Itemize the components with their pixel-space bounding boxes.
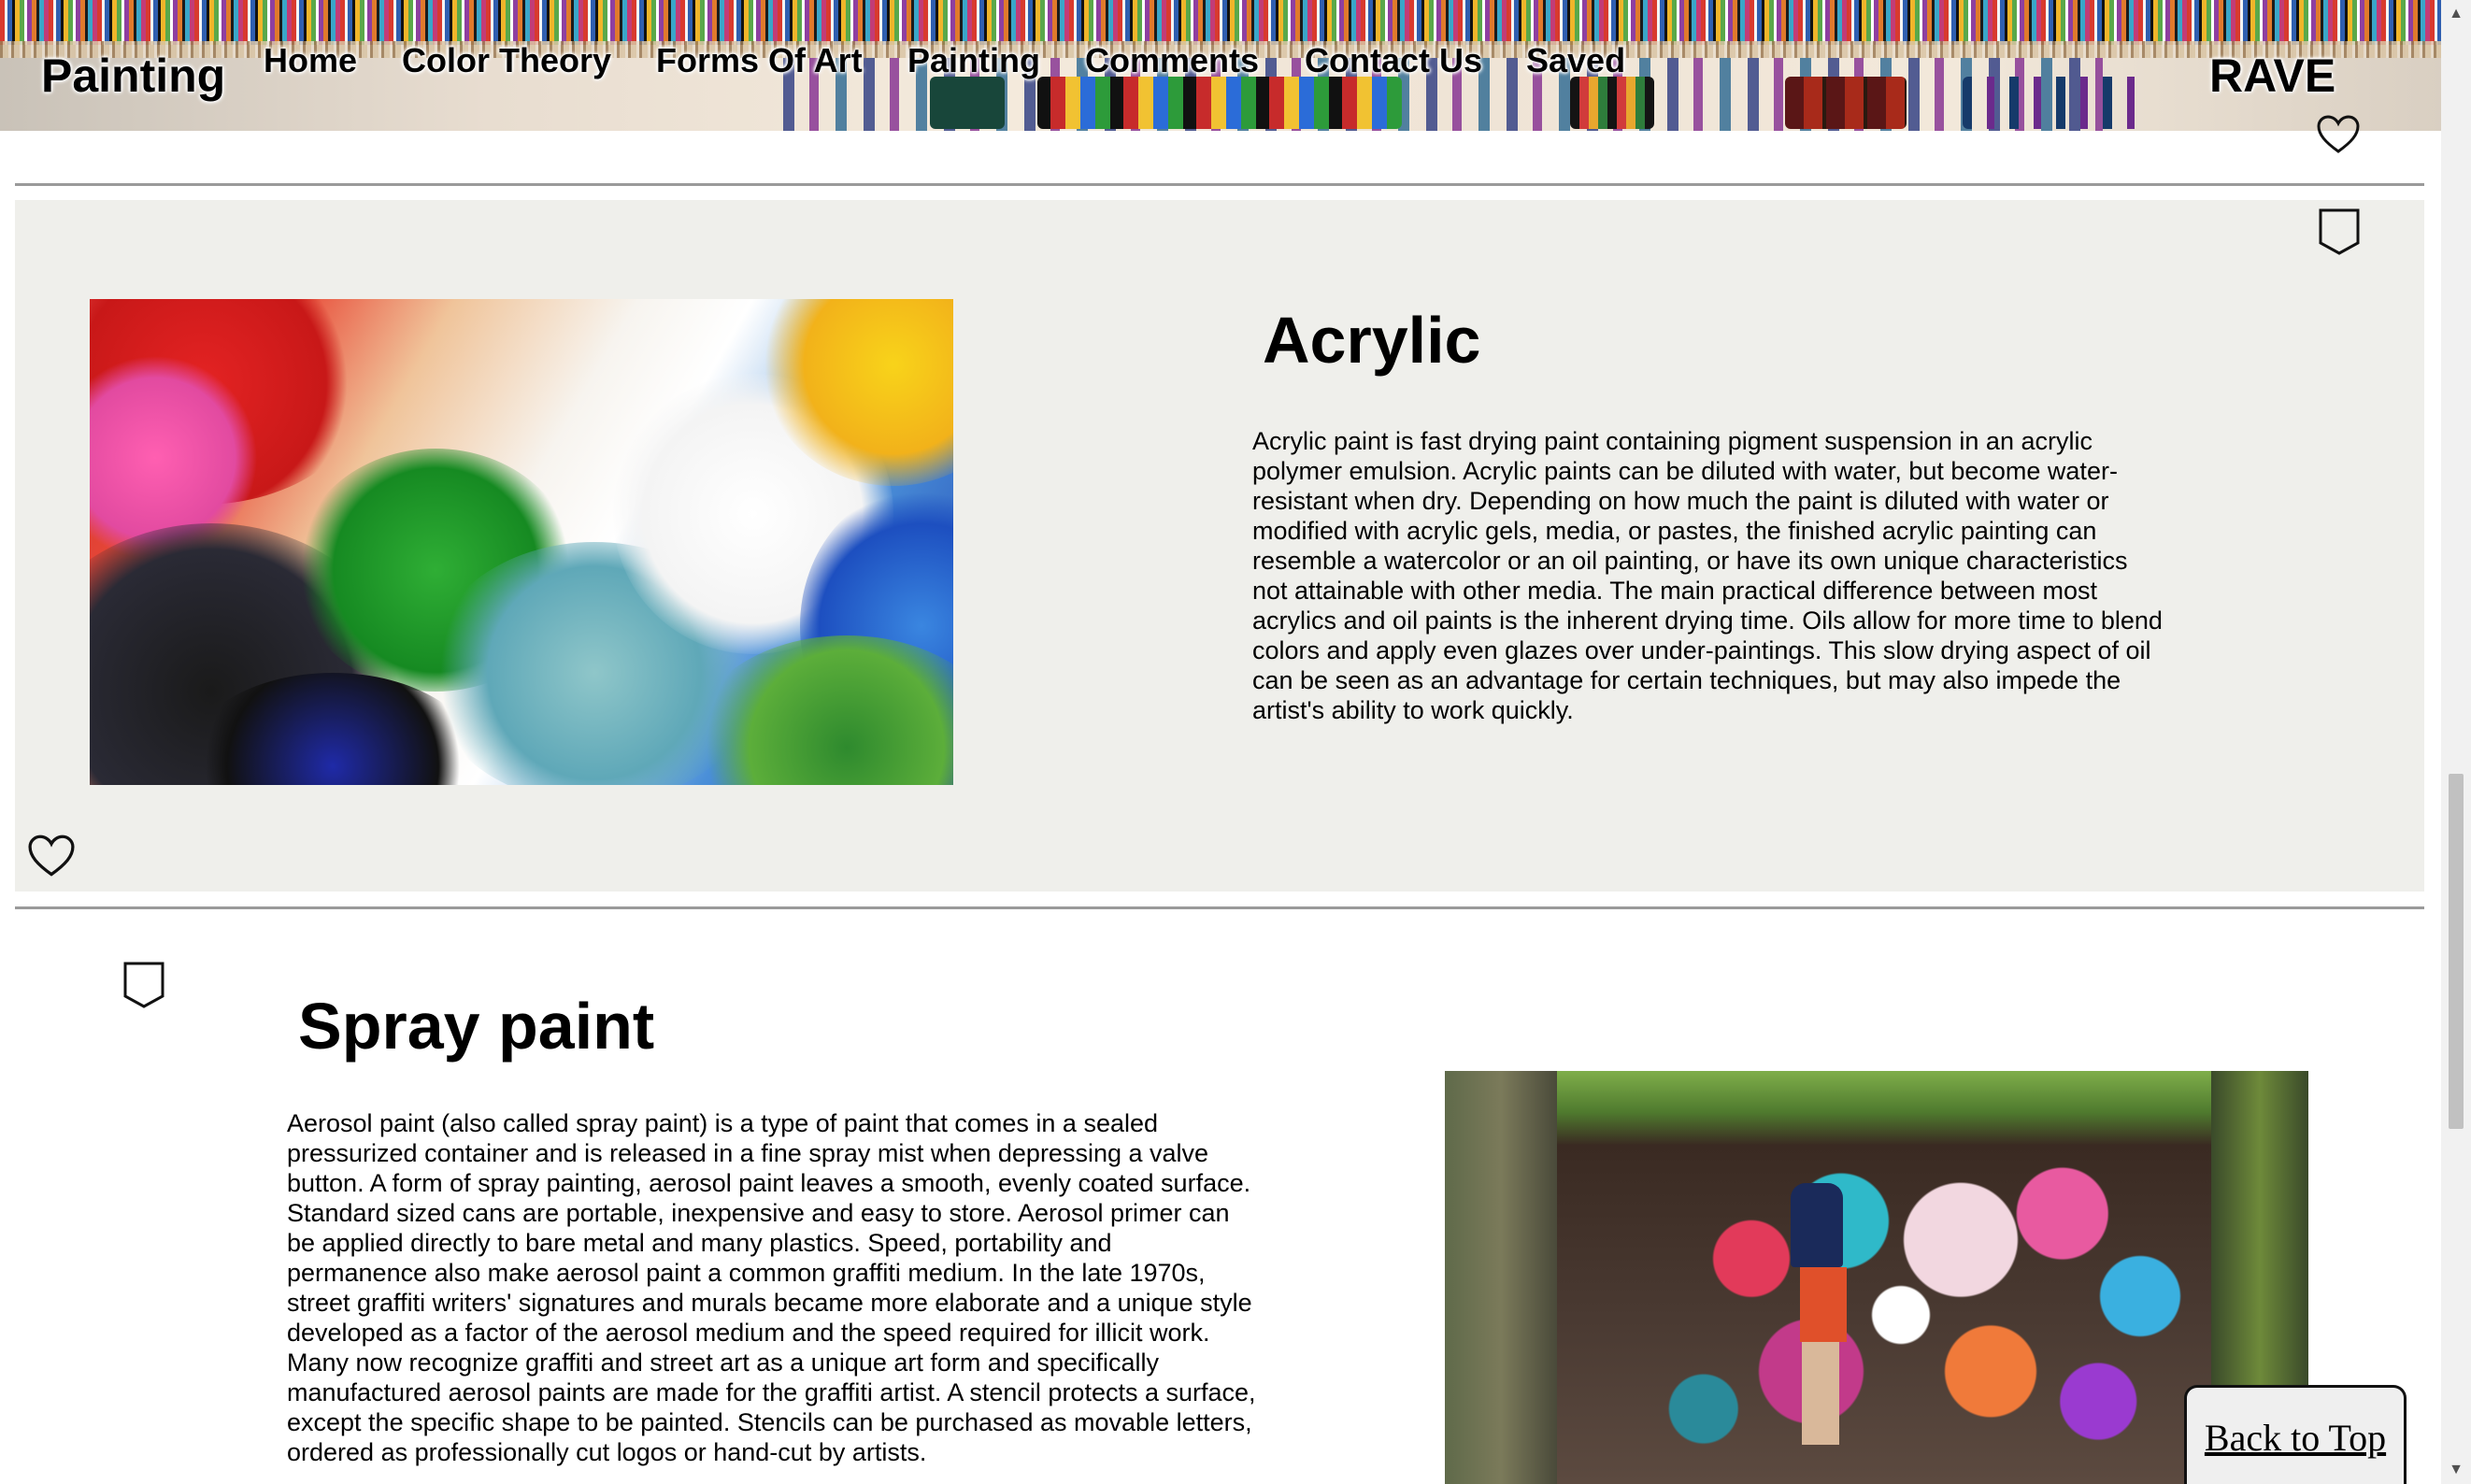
brand-rave[interactable]: RAVE bbox=[2209, 49, 2335, 103]
bookmark-icon[interactable] bbox=[122, 961, 165, 1009]
heart-icon[interactable] bbox=[26, 834, 77, 878]
paint-tubes-image bbox=[1963, 77, 2150, 129]
site-brand[interactable]: Painting bbox=[41, 49, 225, 103]
spray-paint-description: Aerosol paint (also called spray paint) … bbox=[287, 1109, 1256, 1466]
graffiti-mural-image bbox=[1445, 1071, 2308, 1484]
nav-home[interactable]: Home bbox=[264, 41, 357, 80]
page-scrollbar[interactable]: ▲ ▼ bbox=[2441, 0, 2471, 1484]
scrollbar-thumb[interactable] bbox=[2449, 774, 2464, 1129]
paint-pans-image bbox=[1570, 77, 1654, 129]
heart-icon[interactable] bbox=[2316, 112, 2361, 157]
bookmark-icon[interactable] bbox=[2318, 207, 2361, 256]
paint-set-image bbox=[930, 77, 1005, 129]
scroll-up-arrow-icon[interactable]: ▲ bbox=[2441, 0, 2471, 28]
back-to-top-button[interactable]: Back to Top bbox=[2184, 1385, 2407, 1484]
nav-color-theory[interactable]: Color Theory bbox=[402, 41, 611, 80]
nav-comments[interactable]: Comments bbox=[1085, 41, 1259, 80]
acrylic-palette-image bbox=[90, 299, 953, 785]
acrylic-description: Acrylic paint is fast drying paint conta… bbox=[1252, 427, 2163, 724]
nav-contact-us[interactable]: Contact Us bbox=[1305, 41, 1482, 80]
section-divider bbox=[15, 183, 2424, 186]
colored-pencils-image bbox=[0, 0, 2441, 45]
paint-palette-image bbox=[1037, 77, 1402, 129]
nav-saved[interactable]: Saved bbox=[1526, 41, 1625, 80]
spray-paint-title: Spray paint bbox=[298, 990, 655, 1063]
acrylic-section: Acrylic Acrylic paint is fast drying pai… bbox=[15, 200, 2424, 892]
nav-painting[interactable]: Painting bbox=[907, 41, 1040, 80]
section-divider bbox=[15, 906, 2424, 909]
acrylic-title: Acrylic bbox=[1263, 304, 1481, 377]
nav-forms-of-art[interactable]: Forms Of Art bbox=[656, 41, 863, 80]
watercolor-tray-image bbox=[1785, 77, 1907, 129]
scroll-down-arrow-icon[interactable]: ▼ bbox=[2441, 1456, 2471, 1484]
header-banner: Painting Home Color Theory Forms Of Art … bbox=[0, 0, 2441, 131]
